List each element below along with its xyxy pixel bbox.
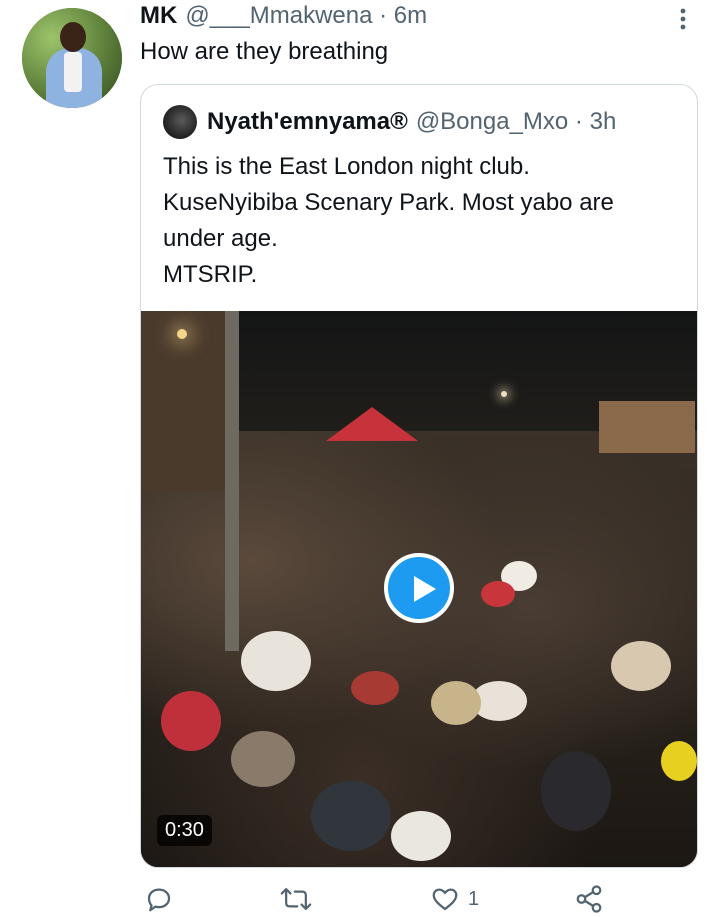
play-button[interactable]: [384, 553, 454, 623]
share-button[interactable]: [574, 882, 604, 916]
video-frame-light: [501, 391, 507, 397]
quoted-author-handle[interactable]: @Bonga_Mxo · 3h: [416, 108, 616, 136]
tweet-header: MK @___Mmakwena · 6m: [140, 2, 427, 34]
heart-icon: [432, 888, 458, 911]
retweet-icon: [280, 888, 312, 910]
like-count: 1: [468, 887, 480, 910]
quoted-author-avatar[interactable]: [163, 105, 197, 139]
quoted-text-line: under age.: [163, 225, 278, 252]
quoted-text-line: MTSRIP.: [163, 261, 258, 288]
video-frame-wall: [141, 311, 237, 491]
reply-icon: [147, 888, 171, 912]
author-handle[interactable]: @___Mmakwena · 6m: [185, 2, 427, 30]
video-frame-tent: [326, 407, 418, 441]
avatar-shirt: [64, 52, 82, 92]
video-frame-pole: [225, 311, 239, 651]
play-icon: [414, 576, 436, 602]
quoted-author-name[interactable]: Nyath'emnyama®: [207, 108, 408, 136]
video-player[interactable]: 0:30: [141, 311, 697, 867]
video-frame-hut: [599, 401, 695, 453]
author-name[interactable]: MK: [140, 2, 177, 30]
author-avatar[interactable]: [22, 8, 122, 108]
retweet-button[interactable]: [280, 882, 312, 916]
quoted-tweet-text: This is the East London night club. Kuse…: [163, 149, 683, 293]
more-vertical-icon[interactable]: [672, 6, 694, 32]
quoted-tweet-header: Nyath'emnyama® @Bonga_Mxo · 3h: [207, 105, 616, 139]
quoted-tweet[interactable]: Nyath'emnyama® @Bonga_Mxo · 3h This is t…: [140, 84, 698, 868]
tweet-actions: 1: [140, 882, 696, 916]
video-frame-light: [177, 329, 187, 339]
tweet-text: How are they breathing: [140, 38, 389, 65]
avatar-head: [60, 22, 86, 52]
share-icon: [576, 885, 602, 913]
quoted-text-line: KuseNyibiba Scenary Park. Most yabo are: [163, 189, 614, 216]
reply-button[interactable]: [144, 882, 174, 916]
quoted-text-line: This is the East London night club.: [163, 153, 530, 180]
like-button[interactable]: 1: [430, 882, 479, 916]
video-duration: 0:30: [157, 815, 212, 846]
